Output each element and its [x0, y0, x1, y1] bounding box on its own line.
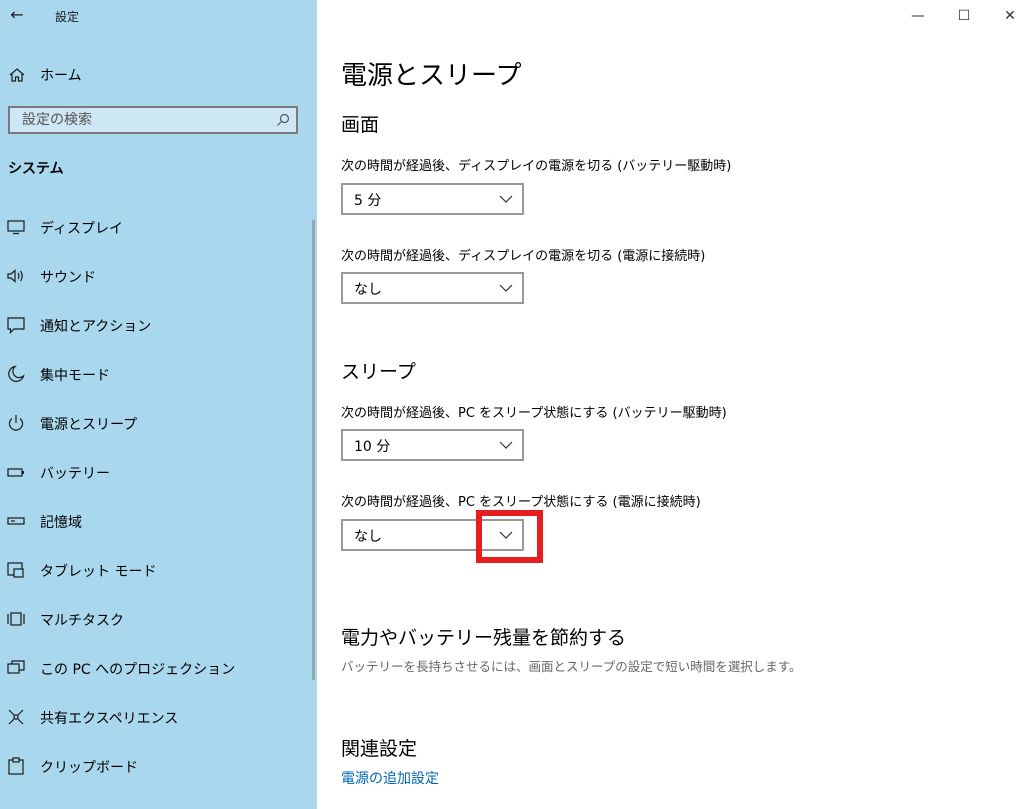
dropdown-value: 5 分 [354, 193, 382, 209]
multitask-icon [7, 612, 25, 626]
sidebar-item-label: この PC へのプロジェクション [40, 662, 236, 678]
related-heading: 関連設定 [341, 738, 418, 760]
sidebar-item-tablet[interactable]: タブレット モード [0, 546, 317, 595]
home-icon [9, 68, 25, 82]
search-icon[interactable] [276, 113, 290, 127]
dropdown-value: なし [354, 282, 382, 298]
sidebar-item-projection[interactable]: この PC へのプロジェクション [0, 644, 317, 693]
speaker-icon [7, 269, 23, 283]
highlight-box [476, 510, 543, 563]
back-arrow-icon: ← [10, 5, 24, 24]
sidebar-scrollbar[interactable] [312, 220, 315, 680]
sidebar-item-label: バッテリー [40, 466, 110, 482]
sidebar-item-label: 電源とスリープ [40, 417, 138, 433]
sidebar-item-notifications[interactable]: 通知とアクション [0, 301, 317, 350]
search-input[interactable] [10, 108, 272, 132]
chevron-down-icon [499, 284, 513, 292]
dropdown-value: なし [354, 529, 382, 545]
page-title: 電源とスリープ [341, 61, 522, 91]
sidebar-nav: ディスプレイ サウンド 通知とアクション 集中モード 電源とスリープ バッテリー… [0, 203, 317, 791]
chevron-down-icon [499, 441, 513, 449]
sleep-heading: スリープ [341, 361, 416, 383]
sidebar-item-label: 通知とアクション [40, 319, 152, 335]
sidebar-item-focus[interactable]: 集中モード [0, 350, 317, 399]
sidebar-item-power[interactable]: 電源とスリープ [0, 399, 317, 448]
power-icon [8, 415, 24, 431]
sidebar-item-label: 集中モード [40, 368, 110, 384]
sidebar-item-battery[interactable]: バッテリー [0, 448, 317, 497]
screen-plugged-label: 次の時間が経過後、ディスプレイの電源を切る (電源に接続時) [341, 249, 706, 264]
screen-plugged-dropdown[interactable]: なし [341, 272, 524, 304]
sleep-battery-label: 次の時間が経過後、PC をスリープ状態にする (バッテリー駆動時) [341, 406, 727, 421]
app-title: 設定 [55, 10, 80, 24]
sidebar-item-clipboard[interactable]: クリップボード [0, 742, 317, 791]
main-content: 電源とスリープ 画面 次の時間が経過後、ディスプレイの電源を切る (バッテリー駆… [341, 0, 1001, 809]
battery-icon [7, 468, 24, 477]
sidebar-item-label: 共有エクスペリエンス [40, 711, 179, 727]
sidebar-item-multitasking[interactable]: マルチタスク [0, 595, 317, 644]
back-button[interactable]: ← [6, 4, 28, 26]
sidebar-item-label: クリップボード [40, 760, 138, 776]
moon-icon [8, 365, 25, 382]
sleep-plugged-label: 次の時間が経過後、PC をスリープ状態にする (電源に接続時) [341, 495, 701, 510]
projection-icon [7, 660, 25, 674]
share-icon [8, 709, 24, 725]
section-title: システム [8, 161, 64, 177]
tablet-icon [7, 562, 24, 578]
additional-power-settings-link[interactable]: 電源の追加設定 [341, 768, 439, 788]
sidebar-item-label: タブレット モード [40, 564, 157, 580]
sidebar-item-label: ディスプレイ [40, 221, 124, 237]
save-heading: 電力やバッテリー残量を節約する [341, 627, 627, 649]
screen-battery-label: 次の時間が経過後、ディスプレイの電源を切る (バッテリー駆動時) [341, 159, 732, 174]
sidebar-item-label: サウンド [40, 270, 96, 286]
save-description: バッテリーを長持ちさせるには、画面とスリープの設定で短い時間を選択します。 [341, 659, 802, 674]
sidebar-item-label: 記憶域 [40, 515, 82, 531]
notification-icon [7, 317, 25, 334]
sidebar: ← 設定 ホーム システム ディスプレイ サウンド 通知とアクション [0, 0, 317, 809]
sidebar-item-label: マルチタスク [40, 613, 124, 629]
display-icon [7, 220, 25, 235]
sleep-battery-dropdown[interactable]: 10 分 [341, 429, 524, 461]
storage-icon [7, 517, 25, 525]
sidebar-item-display[interactable]: ディスプレイ [0, 203, 317, 252]
clipboard-icon [8, 757, 24, 775]
home-label: ホーム [40, 68, 82, 84]
screen-battery-dropdown[interactable]: 5 分 [341, 183, 524, 215]
screen-heading: 画面 [341, 114, 380, 136]
sidebar-item-shared-experiences[interactable]: 共有エクスペリエンス [0, 693, 317, 742]
home-nav-item[interactable]: ホーム [0, 60, 317, 90]
dropdown-value: 10 分 [354, 439, 391, 455]
sidebar-item-storage[interactable]: 記憶域 [0, 497, 317, 546]
sidebar-item-sound[interactable]: サウンド [0, 252, 317, 301]
title-bar: ← 設定 [0, 0, 317, 32]
search-box[interactable] [8, 106, 298, 134]
chevron-down-icon [499, 195, 513, 203]
close-icon: ✕ [1004, 8, 1016, 24]
